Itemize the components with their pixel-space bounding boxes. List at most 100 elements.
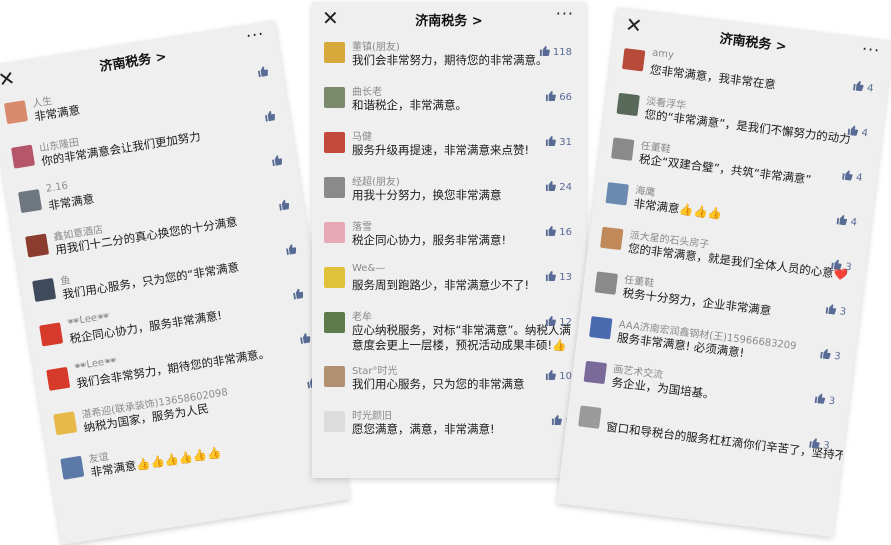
thumbs-up-icon: [825, 304, 837, 317]
thumbs-up-icon: [814, 393, 826, 406]
avatar[interactable]: [324, 42, 345, 63]
avatar[interactable]: [324, 267, 345, 288]
avatar[interactable]: [324, 87, 345, 108]
avatar[interactable]: [621, 48, 646, 72]
thumbs-up-icon: [852, 81, 865, 93]
comment-item: We&— 服务周到跑路少，非常满意少不了! 13: [320, 261, 578, 306]
like-button[interactable]: 3: [819, 348, 842, 363]
thumbs-up-icon: [545, 271, 556, 283]
avatar[interactable]: [583, 360, 607, 385]
avatar[interactable]: [611, 137, 635, 161]
like-button[interactable]: 4: [847, 125, 869, 139]
like-button[interactable]: 31: [545, 136, 572, 148]
like-button[interactable]: 3: [808, 438, 830, 452]
commenter-name: 经超(朋友): [352, 177, 400, 188]
like-button[interactable]: [256, 66, 269, 80]
top-bar: ✕ 济南税务 > ···: [312, 2, 586, 36]
comment-text: 非常满意: [47, 191, 96, 213]
like-count: 24: [559, 182, 572, 193]
page-title[interactable]: 济南税务 >: [312, 10, 586, 29]
comment-text: 应心纳税服务，对标“非常满意”。纳税人满意度会更上一层楼，预祝活动成果丰硕!👍: [352, 323, 571, 352]
avatar[interactable]: [324, 177, 345, 198]
thumbs-up-icon: [819, 349, 832, 361]
comment-text: 务企业，为国培基。: [610, 375, 716, 402]
thumbs-up-icon: [551, 415, 563, 427]
like-count: 3: [844, 261, 853, 274]
like-button[interactable]: 10: [545, 370, 572, 382]
like-button[interactable]: 4: [836, 214, 858, 229]
thumbs-up-icon: [808, 438, 821, 451]
avatar[interactable]: [605, 182, 629, 206]
like-button[interactable]: [278, 199, 291, 213]
commenter-name: 董镇(朋友): [352, 42, 400, 53]
comment-text: 税企同心协力，服务非常满意!: [352, 233, 507, 247]
more-icon[interactable]: ···: [861, 39, 881, 60]
like-button[interactable]: 16: [545, 226, 572, 238]
like-count: 13: [559, 272, 572, 283]
avatar[interactable]: [60, 455, 85, 480]
avatar[interactable]: [324, 366, 345, 387]
avatar[interactable]: [324, 411, 345, 432]
like-count: 66: [559, 92, 572, 103]
commenter-name: 时光颜旧: [352, 411, 392, 422]
like-button[interactable]: [263, 110, 276, 124]
avatar[interactable]: [46, 366, 71, 391]
like-button[interactable]: 66: [545, 91, 572, 103]
thumbs-up-icon: [841, 170, 854, 183]
comment-panel-right: ✕ 济南税务 > ··· amy 您非常满意，我非常在意 4 淡看浮华 您的“非常满意…: [556, 6, 891, 538]
commenter-name: Star°时光: [352, 366, 398, 377]
avatar[interactable]: [616, 92, 640, 117]
avatar[interactable]: [600, 226, 624, 251]
avatar[interactable]: [589, 316, 613, 340]
avatar[interactable]: [594, 271, 618, 295]
like-count: 3: [822, 440, 831, 452]
avatar[interactable]: [3, 100, 28, 125]
comment-item: 经超(朋友) 用我十分努力，换您非常满意 24: [320, 171, 578, 216]
like-button[interactable]: 3: [830, 259, 852, 273]
like-button[interactable]: 12: [545, 316, 572, 328]
like-button[interactable]: [299, 332, 312, 346]
commenter-name: 马健: [352, 132, 372, 143]
like-button[interactable]: 118: [539, 46, 572, 58]
commenter-name: 曲长老: [352, 87, 382, 98]
more-icon[interactable]: ···: [245, 24, 266, 46]
commenter-name: 2.16: [45, 180, 69, 195]
avatar[interactable]: [39, 322, 64, 347]
comment-panel-left: ✕ 济南税务 > ··· 人生 非常满意 山东隆田 你的非常满意会让我们更加努力 2…: [0, 20, 351, 545]
commenter-name: 鱼: [59, 275, 72, 288]
like-button[interactable]: [285, 244, 298, 258]
like-button[interactable]: [271, 155, 284, 169]
comment-text: 和谐税企，非常满意。: [352, 98, 467, 112]
avatar[interactable]: [11, 144, 36, 169]
more-icon[interactable]: ···: [556, 4, 574, 23]
comment-list: 人生 非常满意 山东隆田 你的非常满意会让我们更加努力 2.16 非常满意 鑫如意酒店…: [0, 54, 343, 500]
thumbs-up-icon: [545, 136, 556, 148]
like-button[interactable]: 24: [545, 181, 572, 193]
avatar[interactable]: [18, 189, 43, 214]
avatar[interactable]: [53, 411, 78, 436]
avatar[interactable]: [25, 233, 50, 258]
avatar[interactable]: [324, 132, 345, 153]
like-count: 3: [833, 350, 842, 363]
avatar[interactable]: [324, 312, 345, 333]
like-button[interactable]: 4: [841, 170, 863, 184]
like-button[interactable]: [292, 288, 305, 302]
like-button[interactable]: 3: [814, 393, 836, 407]
like-button[interactable]: 4: [852, 80, 874, 95]
avatar[interactable]: [32, 277, 57, 302]
avatar[interactable]: [578, 405, 602, 429]
like-count: 10: [559, 371, 572, 382]
like-count: 4: [849, 216, 858, 229]
comment-item: 曲长老 和谐税企，非常满意。 66: [320, 81, 578, 126]
comment-item: 董镇(朋友) 我们会非常努力，期待您的非常满意。 118: [320, 36, 578, 81]
thumbs-up-icon: [836, 215, 848, 227]
commenter-name: 落雪: [352, 222, 372, 233]
thumbs-up-icon: [299, 333, 312, 346]
like-button[interactable]: 3: [825, 304, 847, 318]
comment-item: 老牟 应心纳税服务，对标“非常满意”。纳税人满意度会更上一层楼，预祝活动成果丰硕!…: [320, 306, 578, 360]
avatar[interactable]: [324, 222, 345, 243]
comment-text: 非常满意👍👍👍: [632, 196, 723, 222]
like-count: 4: [860, 127, 869, 140]
like-button[interactable]: 13: [545, 271, 572, 283]
like-count: 4: [855, 172, 864, 185]
